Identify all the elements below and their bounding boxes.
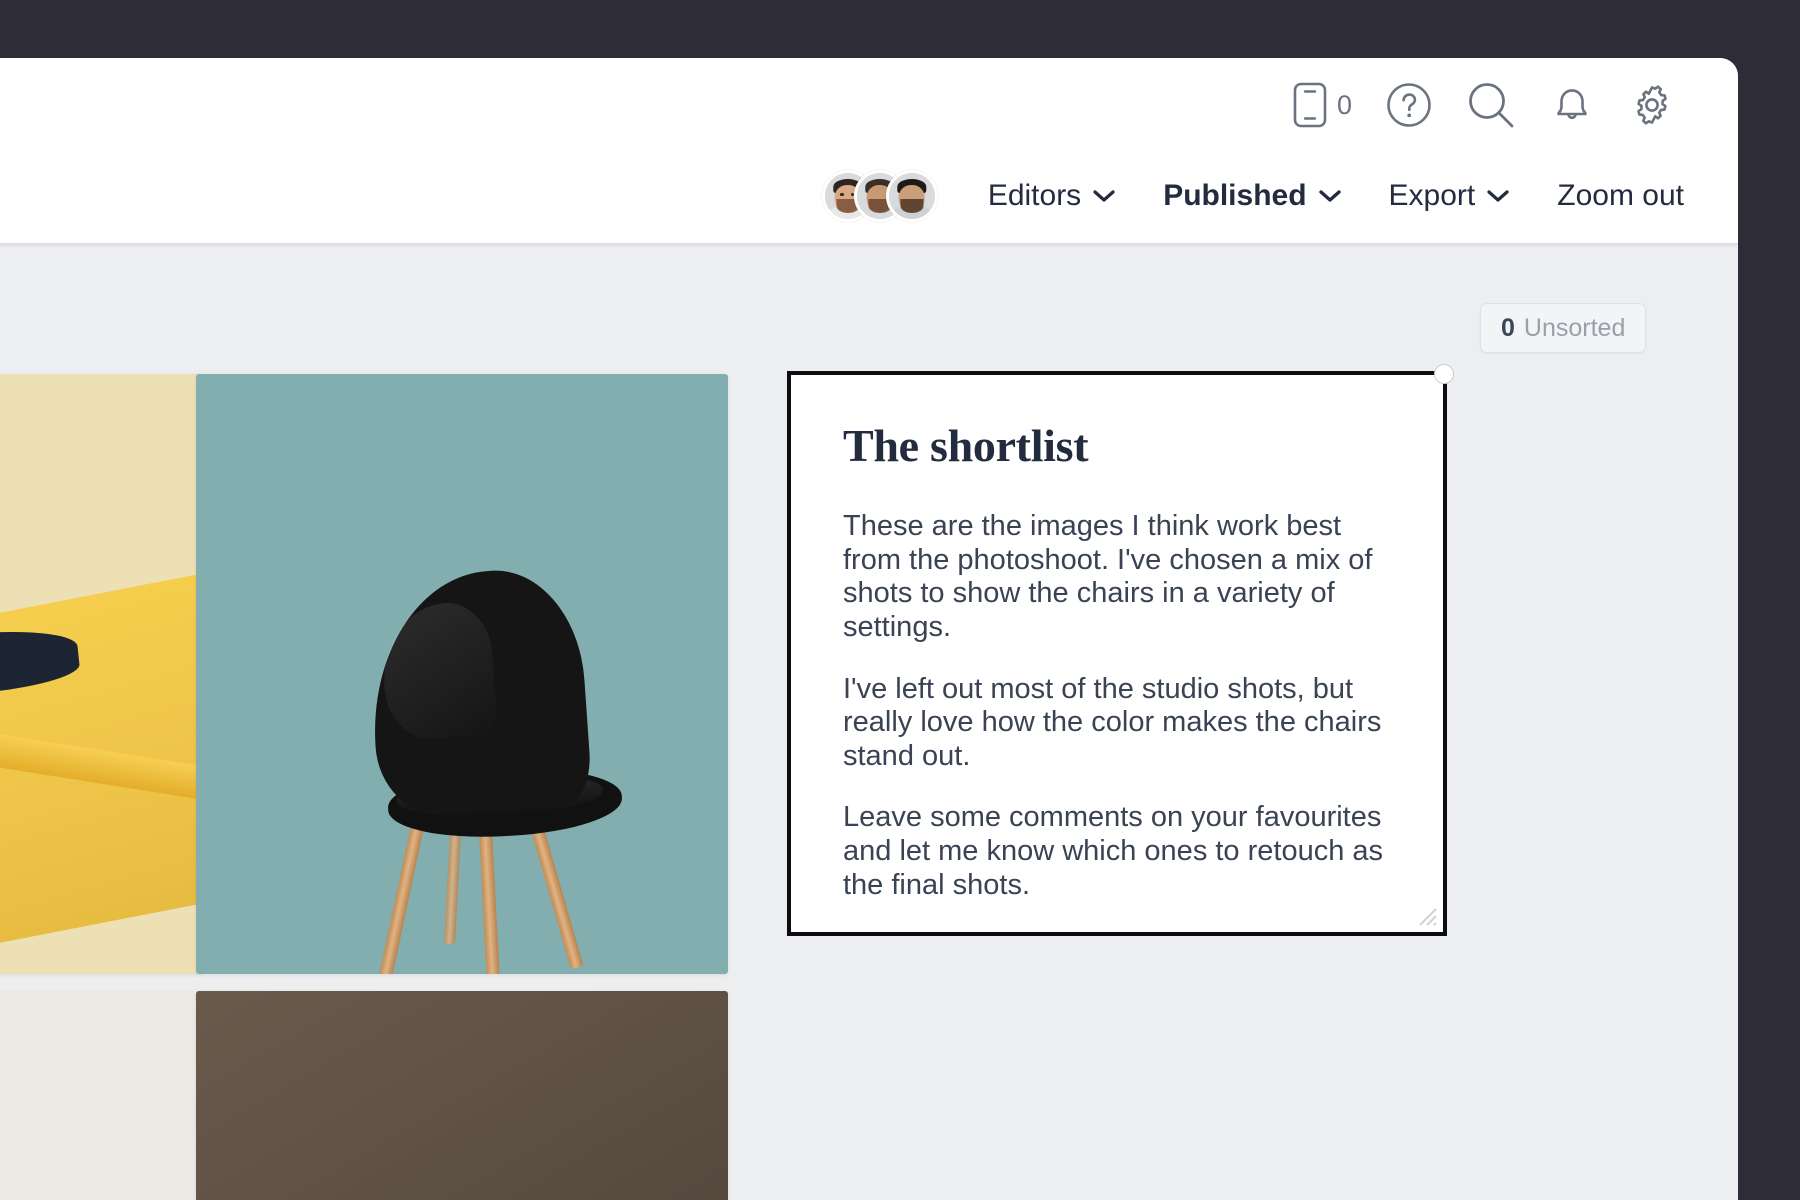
notifications-button[interactable] [1550, 81, 1594, 129]
toolbar-icon-row: 0 [1293, 80, 1676, 130]
search-button[interactable] [1466, 80, 1516, 130]
note-paragraph: I've left out most of the studio shots, … [843, 672, 1382, 772]
export-menu[interactable]: Export [1365, 179, 1534, 213]
chevron-down-icon [1093, 190, 1115, 202]
editors-menu[interactable]: Editors [964, 179, 1139, 213]
toolbar-actions: Editors Published Export Zoom out [821, 150, 1708, 242]
zoom-out-label: Zoom out [1557, 179, 1684, 212]
editor-avatars[interactable] [821, 170, 938, 222]
avatar-beard [900, 198, 924, 213]
thumbnail-yellow-room-chair[interactable] [0, 374, 202, 974]
note-paragraph: These are the images I think work best f… [843, 510, 1373, 643]
mobile-preview-icon [1293, 82, 1327, 128]
toolbar-main-row: eet [0, 150, 1738, 242]
thumb-background [196, 991, 728, 1200]
note-paragraph: Leave some comments on your favourites a… [843, 801, 1384, 901]
mobile-preview-count: 0 [1336, 89, 1352, 120]
help-button[interactable] [1386, 82, 1432, 128]
top-toolbar: 0 Editors Published Export Zoom out [0, 58, 1738, 243]
editors-menu-label: Editors [987, 179, 1082, 212]
publish-status-label: Published [1163, 179, 1307, 212]
mobile-preview-button[interactable]: 0 [1293, 82, 1352, 128]
unsorted-badge[interactable]: 0 Unsorted [1480, 303, 1647, 353]
thumbnail-brown-yellow-chair[interactable] [196, 991, 728, 1200]
note-card-content: The shortlist These are the images I thi… [791, 375, 1443, 902]
board-canvas[interactable]: The shortlist These are the images I thi… [0, 243, 1738, 1200]
notifications-bell-icon [1557, 89, 1587, 120]
thumbnail-teal-black-chair[interactable] [196, 374, 728, 974]
export-menu-label: Export [1388, 179, 1476, 212]
thumbnail-blank-light[interactable] [0, 991, 202, 1200]
note-card-rotate-handle[interactable] [1434, 364, 1454, 384]
application-window: 0 Editors Published Export Zoom out The … [0, 58, 1738, 1200]
avatar-eye-left [840, 193, 844, 196]
note-card[interactable]: The shortlist These are the images I thi… [787, 364, 1454, 936]
note-card-resize-grip[interactable] [1414, 903, 1438, 927]
unsorted-label: Unsorted [1523, 313, 1626, 342]
app-root: 0 Editors Published Export Zoom out The … [0, 0, 1800, 1200]
note-title: The shortlist [843, 420, 1089, 471]
avatar-editor-3[interactable] [885, 170, 938, 222]
chevron-down-icon [1318, 190, 1341, 202]
search-icon [1469, 83, 1514, 128]
chevron-down-icon [1487, 190, 1509, 202]
settings-button[interactable] [1628, 81, 1676, 129]
unsorted-count: 0 [1501, 313, 1515, 342]
help-icon [1387, 83, 1431, 127]
avatar-face [889, 173, 935, 219]
settings-gear-icon [1637, 85, 1667, 125]
publish-status-menu[interactable]: Published [1139, 179, 1364, 213]
zoom-out-button[interactable]: Zoom out [1533, 179, 1708, 213]
